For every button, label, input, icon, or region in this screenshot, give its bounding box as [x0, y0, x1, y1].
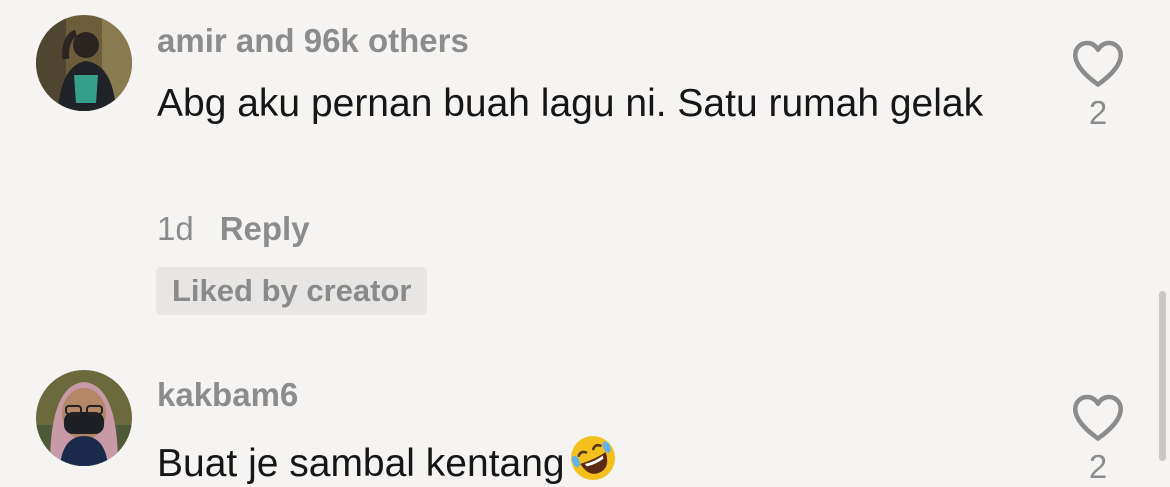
comment-item: amir and 96k others Abg aku pernan buah …	[0, 0, 1170, 330]
scrollbar[interactable]	[1159, 291, 1166, 461]
comment-item: kakbam6 Buat je sambal kentang 2	[0, 360, 1170, 487]
like-button[interactable]: 2	[1068, 38, 1128, 132]
like-count: 2	[1088, 448, 1108, 485]
comment-text: Abg aku pernan buah lagu ni. Satu rumah …	[157, 82, 984, 125]
reply-button[interactable]: Reply	[220, 210, 310, 247]
avatar[interactable]	[36, 370, 132, 466]
rolling-on-floor-laughing-emoji	[567, 432, 619, 487]
comment-timestamp: 1d	[157, 210, 194, 247]
avatar[interactable]	[36, 15, 132, 111]
comments-screen: amir and 96k others Abg aku pernan buah …	[0, 0, 1170, 487]
comment-text-content: Buat je sambal kentang	[157, 442, 565, 485]
comment-text: Buat je sambal kentang	[157, 432, 1037, 487]
like-count: 2	[1088, 94, 1108, 131]
comment-username[interactable]: kakbam6	[157, 376, 298, 414]
comment-username[interactable]: amir and 96k others	[157, 22, 469, 60]
comment-meta: 1d Reply	[157, 210, 310, 248]
heart-icon	[1073, 40, 1123, 87]
heart-icon	[1073, 394, 1123, 441]
like-button[interactable]: 2	[1068, 392, 1128, 486]
liked-by-creator-badge: Liked by creator	[156, 267, 428, 315]
